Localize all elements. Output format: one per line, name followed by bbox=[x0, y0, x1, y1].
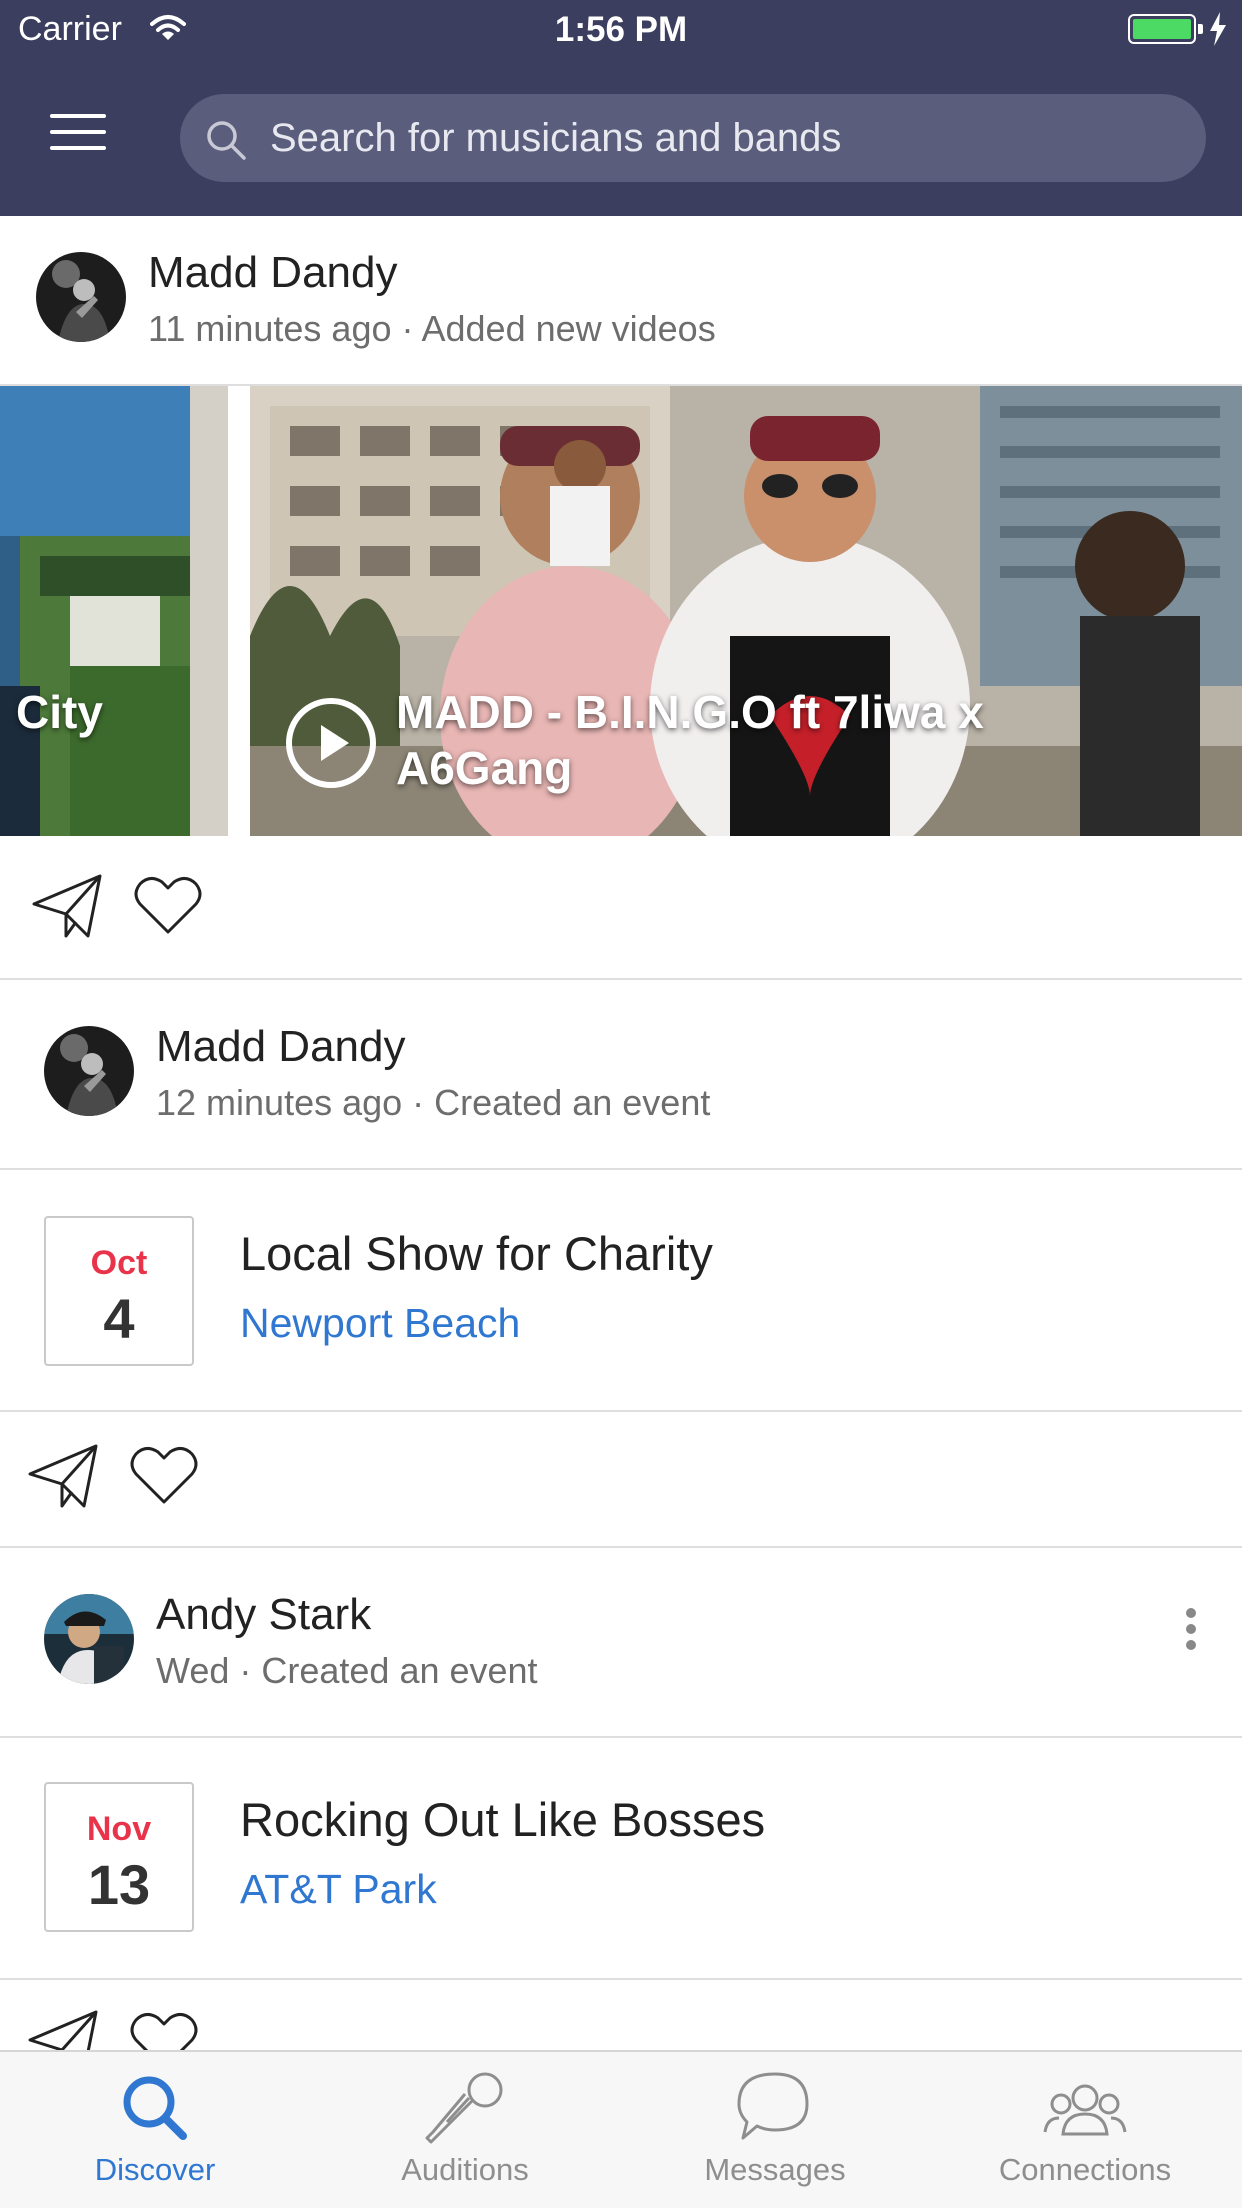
activity-feed[interactable]: Madd Dandy 11 minutes ago · Added new vi… bbox=[0, 216, 1242, 2050]
share-button[interactable] bbox=[30, 866, 110, 946]
like-heart-button[interactable] bbox=[124, 1436, 204, 1516]
share-button[interactable] bbox=[26, 1436, 106, 1516]
tab-discover[interactable]: Discover bbox=[0, 2052, 310, 2208]
tab-label: Connections bbox=[998, 2152, 1172, 2187]
tab-messages[interactable]: Messages bbox=[620, 2052, 930, 2208]
post-author[interactable]: Madd Dandy bbox=[156, 1022, 405, 1072]
video-thumbnail[interactable]: MADD - B.I.N.G.O ft 7liwa x A6Gang bbox=[250, 386, 1242, 836]
status-bar: Carrier 1:56 PM bbox=[0, 0, 1242, 62]
video-thumbnail[interactable]: City bbox=[0, 386, 232, 836]
event-day: 4 bbox=[103, 1287, 135, 1350]
post-author[interactable]: Madd Dandy bbox=[148, 248, 397, 298]
tab-bar: Discover Auditions Messages Connections bbox=[0, 2050, 1242, 2208]
video-title: City bbox=[16, 686, 103, 738]
event-location[interactable]: Newport Beach bbox=[240, 1300, 520, 1347]
divider bbox=[0, 1168, 1242, 1170]
search-icon bbox=[204, 118, 248, 167]
event-day: 13 bbox=[87, 1853, 151, 1916]
event-month: Oct bbox=[90, 1244, 148, 1282]
share-button[interactable] bbox=[26, 2002, 106, 2050]
divider bbox=[0, 1736, 1242, 1738]
post-meta: 12 minutes ago · Created an event bbox=[156, 1082, 711, 1123]
tab-label: Messages bbox=[704, 2152, 846, 2187]
status-time: 1:56 PM bbox=[554, 10, 688, 49]
event-date-badge: Oct 4 bbox=[44, 1216, 194, 1366]
event-title[interactable]: Rocking Out Like Bosses bbox=[240, 1792, 765, 1847]
battery-icon bbox=[1128, 14, 1196, 44]
divider bbox=[0, 1546, 1242, 1548]
tab-connections[interactable]: Connections bbox=[930, 2052, 1240, 2208]
avatar[interactable] bbox=[44, 1026, 134, 1116]
event-title[interactable]: Local Show for Charity bbox=[240, 1226, 713, 1281]
search-icon bbox=[123, 2076, 187, 2140]
more-options-button[interactable] bbox=[1176, 1602, 1206, 1672]
chat-bubble-icon bbox=[737, 2072, 809, 2140]
post-meta: 11 minutes ago · Added new videos bbox=[148, 308, 716, 349]
avatar[interactable] bbox=[44, 1594, 134, 1684]
play-icon[interactable] bbox=[284, 696, 378, 795]
avatar[interactable] bbox=[36, 252, 126, 342]
event-month: Nov bbox=[86, 1810, 152, 1848]
post-meta: Wed · Created an event bbox=[156, 1650, 538, 1691]
search-bar[interactable] bbox=[180, 94, 1206, 182]
event-date-badge: Nov 13 bbox=[44, 1782, 194, 1932]
tab-auditions[interactable]: Auditions bbox=[310, 2052, 620, 2208]
like-heart-button[interactable] bbox=[124, 2002, 204, 2050]
post-author[interactable]: Andy Stark bbox=[156, 1590, 371, 1640]
charging-icon bbox=[1208, 12, 1228, 51]
tab-label: Auditions bbox=[401, 2152, 529, 2187]
video-carousel[interactable]: City MADD - B.I.N.G.O ft 7liwa x A6Gang bbox=[0, 386, 1242, 836]
divider bbox=[0, 978, 1242, 980]
divider bbox=[0, 1978, 1242, 1980]
microphone-icon bbox=[425, 2072, 503, 2144]
divider bbox=[0, 1410, 1242, 1412]
people-icon bbox=[1043, 2084, 1127, 2136]
search-input[interactable] bbox=[270, 94, 1170, 182]
hamburger-menu-button[interactable] bbox=[50, 114, 120, 164]
top-bar: Carrier 1:56 PM bbox=[0, 0, 1242, 216]
tab-label: Discover bbox=[94, 2152, 216, 2187]
like-heart-button[interactable] bbox=[128, 866, 208, 946]
video-title: MADD - B.I.N.G.O ft 7liwa x A6Gang bbox=[396, 686, 984, 794]
event-location[interactable]: AT&T Park bbox=[240, 1866, 437, 1913]
battery-cap bbox=[1198, 24, 1203, 34]
